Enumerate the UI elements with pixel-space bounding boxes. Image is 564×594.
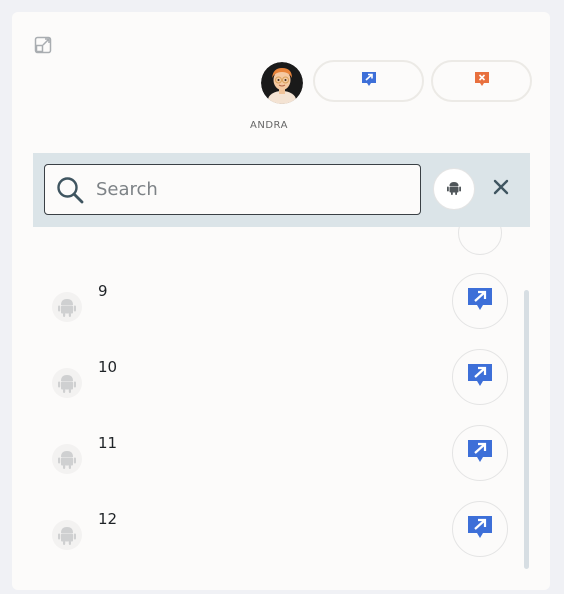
list-item-action-partial — [458, 227, 502, 255]
list-item[interactable]: 11 — [33, 425, 530, 496]
share-chat-button[interactable] — [313, 60, 424, 102]
close-chat-icon — [473, 70, 491, 92]
open-chat-button[interactable] — [452, 425, 508, 481]
share-chat-icon — [466, 513, 494, 545]
share-chat-icon — [466, 285, 494, 317]
clear-search-button[interactable] — [491, 179, 511, 199]
chat-panel: ANDRA Search 9 10 11 12 — [12, 12, 550, 590]
android-icon — [52, 292, 82, 322]
device-list: 9 10 11 12 — [33, 227, 530, 572]
close-icon — [493, 179, 509, 199]
share-chat-icon — [466, 361, 494, 393]
open-chat-button[interactable] — [452, 349, 508, 405]
list-item-label: 10 — [98, 358, 118, 376]
avatar[interactable] — [261, 62, 303, 104]
list-item-label: 11 — [98, 434, 118, 452]
android-filter-button[interactable] — [433, 168, 475, 210]
share-chat-icon — [466, 437, 494, 469]
list-item-label: 12 — [98, 510, 118, 528]
search-bar — [33, 153, 530, 227]
list-item[interactable]: 10 — [33, 349, 530, 420]
share-chat-icon — [360, 70, 378, 92]
android-icon — [52, 444, 82, 474]
username: ANDRA — [250, 120, 288, 131]
android-icon — [52, 368, 82, 398]
android-icon — [52, 520, 82, 550]
list-item-label: 9 — [98, 282, 108, 300]
open-chat-button[interactable] — [452, 273, 508, 329]
search-icon — [56, 176, 84, 208]
open-chat-button[interactable] — [452, 501, 508, 557]
search-box — [44, 164, 421, 215]
expand-icon[interactable] — [34, 36, 52, 54]
list-item[interactable]: 12 — [33, 501, 530, 572]
list-item[interactable]: 9 — [33, 273, 530, 344]
android-icon — [445, 178, 463, 200]
scrollbar[interactable] — [524, 290, 529, 569]
close-chat-button[interactable] — [431, 60, 532, 102]
search-input[interactable] — [96, 165, 406, 214]
